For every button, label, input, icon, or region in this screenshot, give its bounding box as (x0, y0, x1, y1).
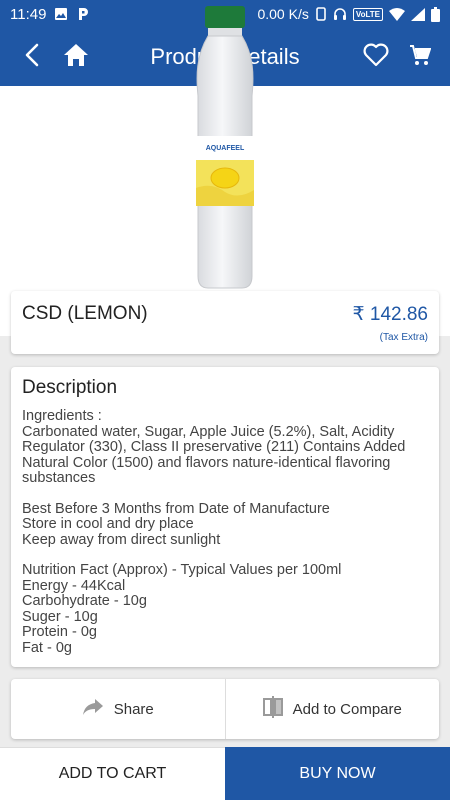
tax-note: (Tax Extra) (379, 332, 428, 343)
share-button[interactable]: Share (11, 679, 225, 739)
product-image: AQUAFEEL (192, 6, 258, 292)
nutrition-line: Energy - 44Kcal (22, 577, 126, 594)
battery-icon (431, 6, 440, 22)
share-icon (82, 698, 104, 720)
home-button[interactable] (54, 28, 98, 86)
nutrition-line: Fat - 0g (22, 639, 72, 656)
bottom-bar: ADD TO CART BUY NOW (0, 747, 450, 800)
p-notification-icon (76, 7, 90, 21)
home-icon (63, 43, 89, 72)
wifi-icon (389, 7, 405, 21)
nutrition-line: Nutrition Fact (Approx) - Typical Values… (22, 562, 342, 578)
ingredients-text: Carbonated water, Sugar, Apple Juice (5.… (22, 423, 406, 486)
back-button[interactable] (10, 28, 54, 86)
heart-icon (363, 43, 389, 72)
bottle-logo-text: AQUAFEEL (206, 145, 245, 152)
add-to-cart-button[interactable]: ADD TO CART (0, 747, 225, 800)
signal-icon (411, 7, 425, 21)
description-title: Description (22, 377, 118, 398)
nutrition-line: Suger - 10g (22, 608, 98, 625)
ingredients-heading: Ingredients : (22, 408, 102, 424)
image-notification-icon (54, 7, 68, 21)
buy-now-button[interactable]: BUY NOW (225, 747, 450, 800)
volte-badge: VoLTE (352, 7, 383, 21)
headset-icon (333, 7, 347, 21)
vibrate-icon (315, 7, 327, 21)
product-name: CSD (LEMON) (22, 303, 148, 324)
add-to-compare-button[interactable]: Add to Compare (224, 679, 440, 739)
product-price: ₹ 142.86 (352, 304, 428, 325)
network-speed: 0.00 K/s (257, 6, 309, 22)
actions-card: Share Add to Compare (11, 679, 439, 739)
description-body: Ingredients : Carbonated water, Sugar, A… (22, 408, 428, 656)
nutrition-line: Protein - 0g (22, 624, 97, 640)
product-summary-card: CSD (LEMON) ₹ 142.86 (Tax Extra) (11, 291, 439, 354)
description-card: Description Ingredients : Carbonated wat… (11, 367, 439, 667)
status-time: 11:49 (10, 5, 47, 23)
cart-icon (409, 44, 432, 71)
compare-label: Add to Compare (292, 700, 402, 718)
nutrition-line: Carbohydrate - 10g (22, 593, 147, 609)
storage-line: Store in cool and dry place (22, 516, 194, 532)
storage-line: Keep away from direct sunlight (22, 531, 221, 548)
back-arrow-icon (24, 43, 40, 72)
storage-line: Best Before 3 Months from Date of Manufa… (22, 500, 330, 517)
share-label: Share (113, 700, 154, 718)
cart-button[interactable] (398, 28, 442, 86)
wishlist-button[interactable] (354, 28, 398, 86)
compare-icon (262, 696, 283, 722)
